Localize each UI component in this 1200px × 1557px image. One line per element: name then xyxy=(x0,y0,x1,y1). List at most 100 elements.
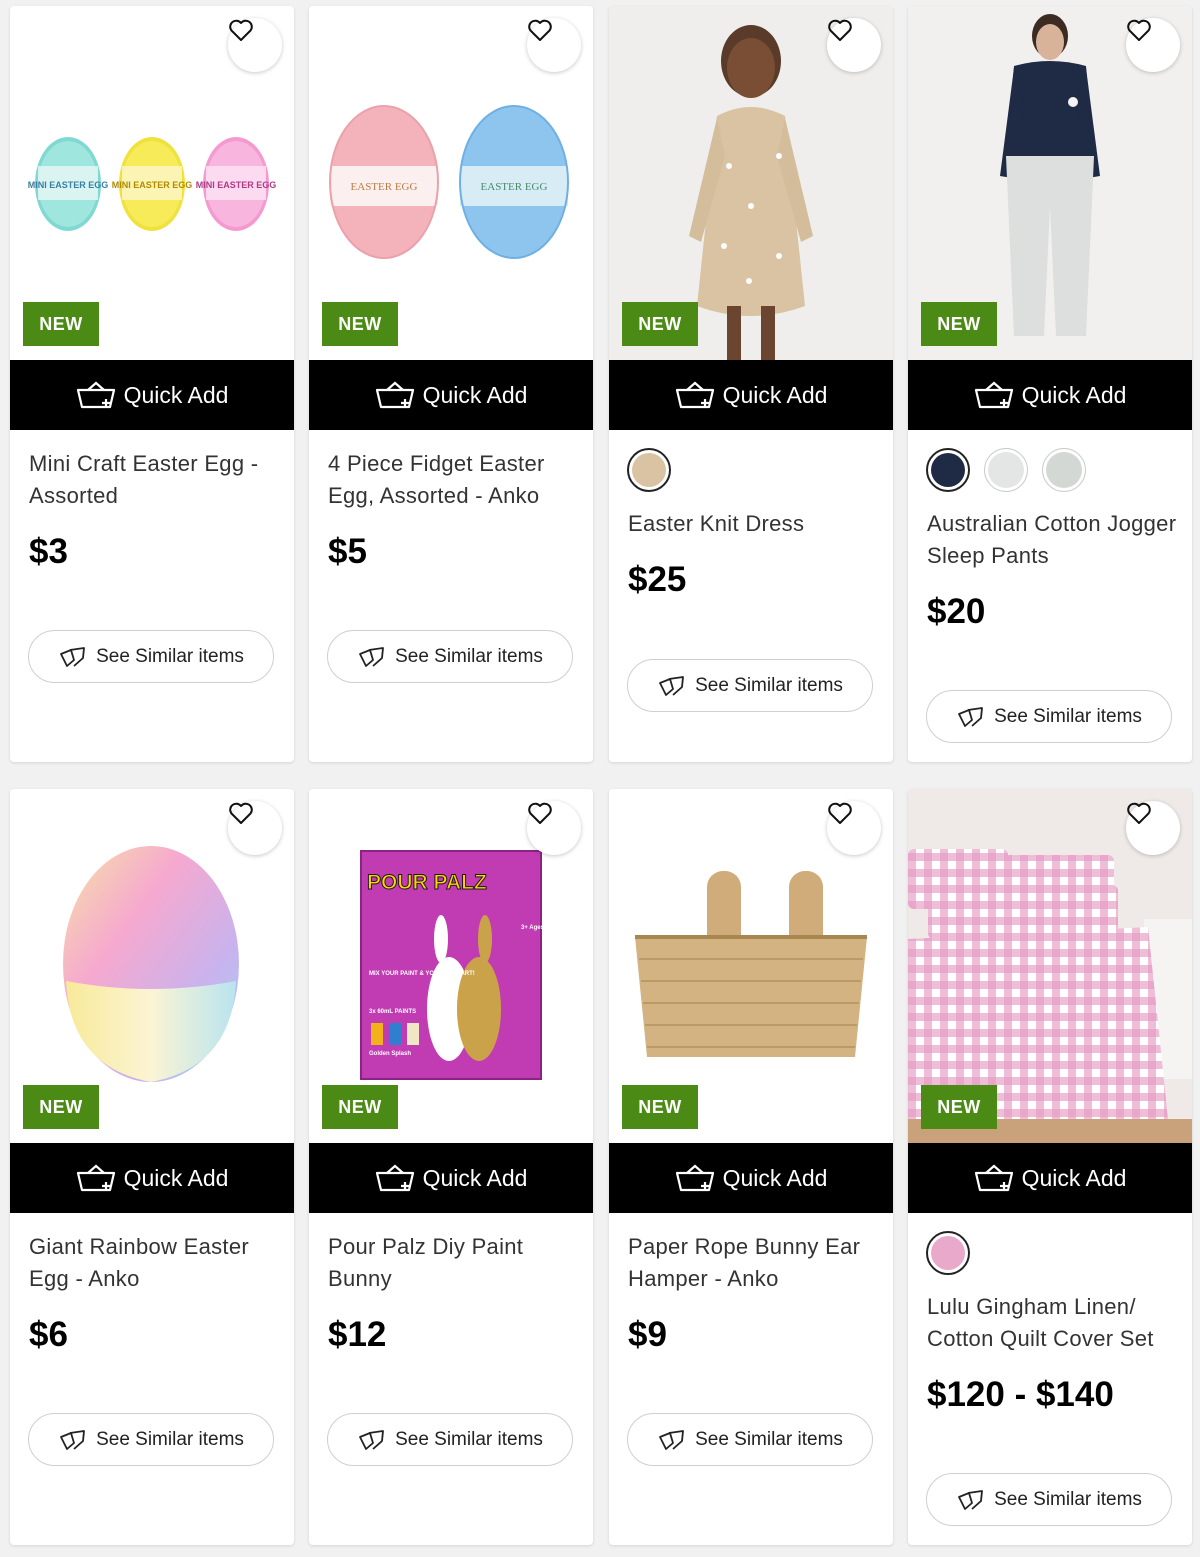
product-card[interactable]: EASTER EGG EASTER EGG NEW Quick Add 4 Pi… xyxy=(309,6,593,762)
new-badge: NEW xyxy=(921,1085,997,1129)
quick-add-button[interactable]: Quick Add xyxy=(908,1143,1192,1213)
quick-add-label: Quick Add xyxy=(422,1164,528,1191)
colour-swatches xyxy=(926,1231,984,1275)
heart-icon xyxy=(1127,19,1151,41)
product-name[interactable]: Mini Craft Easter Egg - Assorted xyxy=(29,448,279,512)
see-similar-button[interactable]: See Similar items xyxy=(627,1413,873,1466)
quick-add-button[interactable]: Quick Add xyxy=(309,1143,593,1213)
product-name[interactable]: Easter Knit Dress xyxy=(628,508,878,540)
product-card[interactable]: POUR PALZ MIX YOUR PAINT & YOUR OWN ART!… xyxy=(309,789,593,1545)
product-image[interactable]: POUR PALZ MIX YOUR PAINT & YOUR OWN ART!… xyxy=(309,789,593,1143)
favourite-button[interactable] xyxy=(827,801,881,855)
product-price: $25 xyxy=(628,560,687,599)
colour-swatches xyxy=(627,448,685,492)
see-similar-label: See Similar items xyxy=(695,1428,843,1450)
quick-add-label: Quick Add xyxy=(1021,1164,1127,1191)
see-similar-button[interactable]: See Similar items xyxy=(926,1473,1172,1526)
basket-plus-icon xyxy=(76,1164,116,1192)
similar-cards-icon xyxy=(657,1429,687,1451)
product-name[interactable]: Australian Cotton Jogger Sleep Pants xyxy=(927,508,1177,572)
product-image[interactable]: EASTER EGG EASTER EGG NEW xyxy=(309,6,593,360)
see-similar-label: See Similar items xyxy=(96,1428,244,1450)
basket-plus-icon xyxy=(76,381,116,409)
see-similar-button[interactable]: See Similar items xyxy=(327,630,573,683)
product-name[interactable]: 4 Piece Fidget Easter Egg, Assorted - An… xyxy=(328,448,578,512)
product-price: $6 xyxy=(29,1315,68,1354)
quick-add-button[interactable]: Quick Add xyxy=(609,360,893,430)
basket-plus-icon xyxy=(675,1164,715,1192)
product-name[interactable]: Lulu Gingham Linen/ Cotton Quilt Cover S… xyxy=(927,1291,1177,1355)
see-similar-label: See Similar items xyxy=(994,1488,1142,1510)
product-image[interactable]: NEW xyxy=(908,6,1192,360)
basket-plus-icon xyxy=(974,381,1014,409)
see-similar-button[interactable]: See Similar items xyxy=(627,659,873,712)
product-image[interactable]: NEW xyxy=(908,789,1192,1143)
colour-swatch[interactable] xyxy=(984,448,1028,492)
quick-add-label: Quick Add xyxy=(1021,381,1127,408)
product-card[interactable]: NEW Quick Add Lulu Gingham Linen/ Cotton… xyxy=(908,789,1192,1545)
heart-icon xyxy=(528,19,552,41)
heart-icon xyxy=(828,19,852,41)
similar-cards-icon xyxy=(956,1489,986,1511)
quick-add-button[interactable]: Quick Add xyxy=(10,360,294,430)
product-image[interactable]: NEW xyxy=(10,789,294,1143)
product-image[interactable]: NEW xyxy=(609,6,893,360)
product-image[interactable]: NEW xyxy=(609,789,893,1143)
see-similar-button[interactable]: See Similar items xyxy=(327,1413,573,1466)
box-tagline-text: MIX YOUR PAINT & YOUR OWN ART! xyxy=(369,971,475,977)
favourite-button[interactable] xyxy=(1126,18,1180,72)
favourite-button[interactable] xyxy=(228,801,282,855)
product-card[interactable]: MINI EASTER EGG MINI EASTER EGG MINI EAS… xyxy=(10,6,294,762)
new-badge: NEW xyxy=(622,1085,698,1129)
product-card[interactable]: NEW Quick Add Australian Cotton Jogger S… xyxy=(908,6,1192,762)
box-brand-text: POUR PALZ xyxy=(367,871,487,894)
similar-cards-icon xyxy=(357,646,387,668)
quick-add-label: Quick Add xyxy=(123,1164,229,1191)
favourite-button[interactable] xyxy=(527,18,581,72)
product-card[interactable]: NEW Quick Add Giant Rainbow Easter Egg -… xyxy=(10,789,294,1545)
see-similar-label: See Similar items xyxy=(395,1428,543,1450)
product-card[interactable]: NEW Quick Add Paper Rope Bunny Ear Hampe… xyxy=(609,789,893,1545)
product-image[interactable]: MINI EASTER EGG MINI EASTER EGG MINI EAS… xyxy=(10,6,294,360)
product-price: $20 xyxy=(927,592,986,631)
box-colour-text: Golden Splash xyxy=(369,1051,411,1057)
see-similar-label: See Similar items xyxy=(695,674,843,696)
see-similar-button[interactable]: See Similar items xyxy=(28,1413,274,1466)
product-price: $9 xyxy=(628,1315,667,1354)
quick-add-label: Quick Add xyxy=(722,1164,828,1191)
new-badge: NEW xyxy=(23,302,99,346)
egg-label: MINI EASTER EGG xyxy=(112,180,193,190)
product-card[interactable]: NEW Quick Add Easter Knit Dress $25 See … xyxy=(609,6,893,762)
product-price: $5 xyxy=(328,532,367,571)
heart-icon xyxy=(1127,802,1151,824)
quick-add-label: Quick Add xyxy=(722,381,828,408)
product-name[interactable]: Pour Palz Diy Paint Bunny xyxy=(328,1231,578,1295)
new-badge: NEW xyxy=(322,1085,398,1129)
similar-cards-icon xyxy=(58,1429,88,1451)
product-name[interactable]: Giant Rainbow Easter Egg - Anko xyxy=(29,1231,279,1295)
product-name[interactable]: Paper Rope Bunny Ear Hamper - Anko xyxy=(628,1231,878,1295)
egg-label: MINI EASTER EGG xyxy=(196,180,277,190)
favourite-button[interactable] xyxy=(228,18,282,72)
see-similar-button[interactable]: See Similar items xyxy=(28,630,274,683)
basket-plus-icon xyxy=(375,1164,415,1192)
quick-add-button[interactable]: Quick Add xyxy=(908,360,1192,430)
colour-swatch[interactable] xyxy=(926,448,970,492)
colour-swatch[interactable] xyxy=(627,448,671,492)
colour-swatch[interactable] xyxy=(926,1231,970,1275)
favourite-button[interactable] xyxy=(1126,801,1180,855)
colour-swatch[interactable] xyxy=(1042,448,1086,492)
quick-add-label: Quick Add xyxy=(123,381,229,408)
heart-icon xyxy=(528,802,552,824)
new-badge: NEW xyxy=(23,1085,99,1129)
basket-plus-icon xyxy=(375,381,415,409)
similar-cards-icon xyxy=(956,706,986,728)
quick-add-button[interactable]: Quick Add xyxy=(10,1143,294,1213)
quick-add-button[interactable]: Quick Add xyxy=(609,1143,893,1213)
quick-add-button[interactable]: Quick Add xyxy=(309,360,593,430)
see-similar-button[interactable]: See Similar items xyxy=(926,690,1172,743)
favourite-button[interactable] xyxy=(527,801,581,855)
similar-cards-icon xyxy=(58,646,88,668)
egg-label: MINI EASTER EGG xyxy=(28,180,109,190)
favourite-button[interactable] xyxy=(827,18,881,72)
